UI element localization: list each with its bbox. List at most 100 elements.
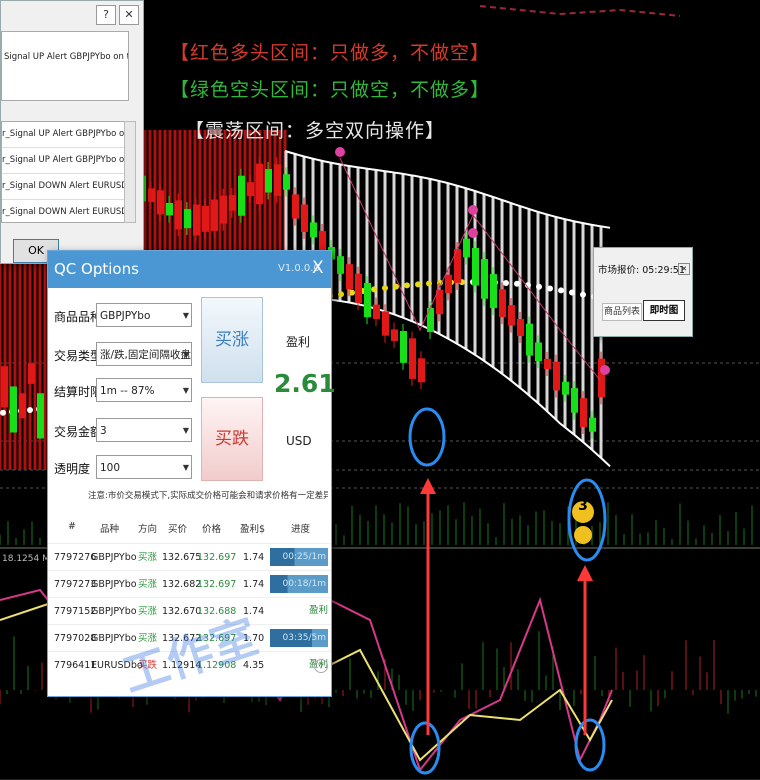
candle xyxy=(580,398,587,427)
cell-price: 132.697 xyxy=(197,579,237,590)
cell-progress: 盈利 xyxy=(308,605,328,616)
symbol-label: 商品品种 xyxy=(54,310,103,324)
signal-dot xyxy=(335,147,345,157)
quote-title: 市场报价: 05:29:51 xyxy=(598,265,685,276)
candle xyxy=(373,304,380,319)
candle xyxy=(526,323,533,356)
arrow-head xyxy=(420,478,436,494)
arrow-head xyxy=(577,565,593,581)
opacity-label: 透明度 xyxy=(54,462,91,476)
cell-id: 7797028 xyxy=(54,633,97,644)
amount-label: 交易金额 xyxy=(54,425,103,439)
ma-dot xyxy=(404,282,410,289)
ma-dot xyxy=(415,281,421,288)
table-row[interactable]: 7797273 GBPJPYbo 买涨 132.682 132.697 1.74 00:18… xyxy=(48,570,331,598)
candle xyxy=(310,222,317,238)
candle xyxy=(337,256,344,274)
symbol-select[interactable]: GBPJPYbo ▼ xyxy=(96,303,192,327)
list-item[interactable]: r_Signal UP Alert GBPJPYbo on the ... xyxy=(2,122,125,148)
alert-window: ? ✕ Signal UP Alert GBPJPYbo on the 1 mi… xyxy=(0,0,144,264)
candle xyxy=(445,274,452,294)
candle xyxy=(382,311,389,336)
buy-up-button[interactable]: 买涨 xyxy=(201,297,263,383)
window-title: QC Options xyxy=(54,260,139,278)
candle xyxy=(202,205,209,232)
alert-list[interactable]: r_Signal UP Alert GBPJPYbo on the ... r_… xyxy=(1,121,126,223)
ma-dot xyxy=(580,291,586,298)
candle xyxy=(364,282,371,318)
list-item[interactable]: r_Signal DOWN Alert EURUSDbo on ... xyxy=(2,174,125,200)
candle xyxy=(274,164,281,196)
candle xyxy=(166,202,173,216)
candle xyxy=(463,238,470,258)
help-button[interactable]: ? xyxy=(96,5,116,25)
candle xyxy=(490,274,497,309)
trade-type-label: 交易类型 xyxy=(54,349,103,363)
scrollbar[interactable] xyxy=(124,121,136,223)
decor-line xyxy=(479,5,681,17)
candle xyxy=(247,182,254,197)
candle xyxy=(535,342,542,362)
candle xyxy=(346,264,353,290)
signal-label: 3 xyxy=(578,498,588,514)
profit-label: 盈利 xyxy=(286,335,311,349)
ma-dot xyxy=(349,289,355,296)
candle xyxy=(37,393,44,439)
close-icon[interactable]: X xyxy=(312,258,324,278)
notice-text: 注意:市价交易模式下,实际成交价格可能会和请求价格有一定差异 xyxy=(88,491,328,501)
profit-currency: USD xyxy=(286,434,312,448)
signal-dot xyxy=(468,205,478,215)
red-zone-note: 【红色多头区间：只做多，不做空】 xyxy=(170,42,491,64)
title-bar[interactable]: QC Options V1.0.0.0 X xyxy=(48,251,331,288)
close-icon[interactable]: ✕ xyxy=(678,263,690,275)
ma-dot xyxy=(0,409,6,416)
close-button[interactable]: ✕ xyxy=(119,5,139,25)
cell-id: 7796411 xyxy=(54,660,97,671)
candle xyxy=(292,194,299,219)
list-item[interactable]: r_Signal UP Alert GBPJPYbo on the ... xyxy=(2,148,125,174)
table-header: # 品种 方向 买价 价格 盈利$ 进度 xyxy=(68,521,311,535)
expiry-select[interactable]: 1m -- 87% ▼ xyxy=(96,378,192,402)
ma-dot xyxy=(503,280,509,287)
cell-id: 7797276 xyxy=(54,552,97,563)
cell-dir: 买涨 xyxy=(138,579,158,590)
candle xyxy=(400,331,407,363)
ma-dot xyxy=(338,291,344,298)
candle xyxy=(391,329,398,341)
list-item[interactable]: r_Signal DOWN Alert EURUSDbo on ... xyxy=(2,200,125,222)
signal-circle xyxy=(408,407,446,467)
ma-dot xyxy=(382,284,388,291)
trade-type-select[interactable]: 涨/跌,固定间隔收盘 ▼ xyxy=(96,342,192,366)
ma-dot xyxy=(393,283,399,290)
candle xyxy=(1,366,8,408)
ma-dot xyxy=(536,283,542,290)
opacity-select[interactable]: 100 ▼ xyxy=(96,455,192,479)
range-zone-note: 【震荡区间：多空双向操作】 xyxy=(185,120,446,142)
cell-dir: 买涨 xyxy=(138,606,158,617)
amount-select[interactable]: 3 ▼ xyxy=(96,418,192,442)
table-row[interactable]: 7797276 GBPJPYbo 买涨 132.675 132.697 1.74 00:25… xyxy=(48,543,331,571)
cell-price: 132.697 xyxy=(197,552,237,563)
buy-down-button[interactable]: 买跌 xyxy=(201,397,263,481)
candle xyxy=(418,358,425,383)
profit-value: 2.61 xyxy=(274,369,336,398)
cell-progress: 00:18/1m xyxy=(270,575,328,593)
candle xyxy=(157,190,164,215)
ma-dot xyxy=(426,280,432,287)
tab-tick-chart[interactable]: 即时图 xyxy=(643,300,685,321)
cell-id: 7797273 xyxy=(54,579,97,590)
candle xyxy=(193,204,200,236)
candle xyxy=(28,363,35,384)
expiry-label: 结算时限 xyxy=(54,385,103,399)
ma-dot xyxy=(547,285,553,292)
market-quote-window: 市场报价: 05:29:51 ✕ 商品列表 即时图 xyxy=(593,247,693,337)
candle xyxy=(517,319,524,336)
scroll-down-icon[interactable]: ▽ xyxy=(314,659,328,673)
candle xyxy=(553,361,560,391)
ma-dot xyxy=(569,289,575,296)
cell-buy: 132.675 xyxy=(162,552,202,563)
tab-symbol-list[interactable]: 商品列表 xyxy=(602,303,642,321)
ma-dot xyxy=(558,287,564,294)
candle xyxy=(283,174,290,190)
signal-dot xyxy=(468,228,478,238)
